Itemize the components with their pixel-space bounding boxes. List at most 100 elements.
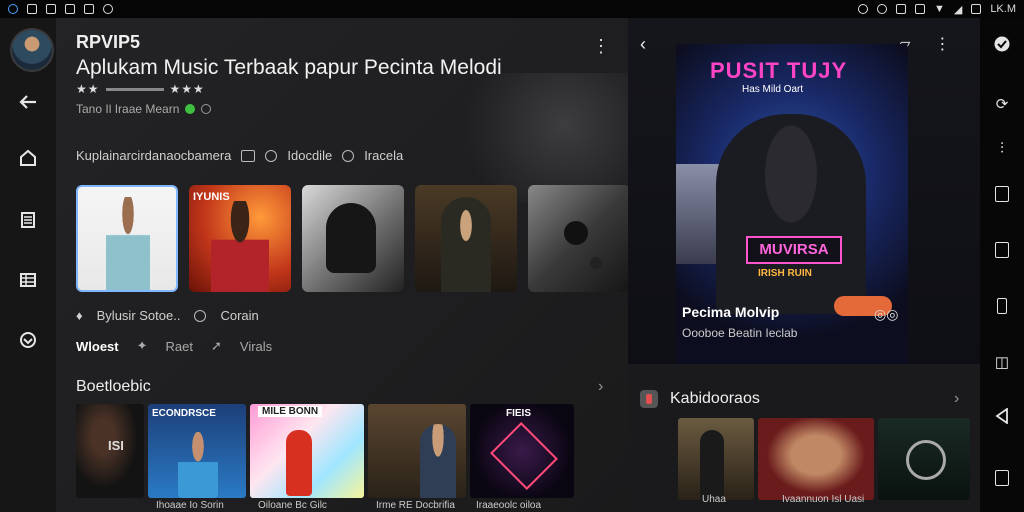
app-title: Aplukam Music Terbaak papur Pecinta Melo… [76,56,502,79]
section3-header: Kabidooraos [640,390,760,408]
status-right: ▼ ◢ LK.M [857,3,1016,16]
nfc-icon [914,4,925,14]
album-2[interactable]: ECONDRSCE [148,404,246,498]
thumbnail-3[interactable] [302,185,404,292]
album-caption: Oiloane Bc Gilc [258,500,327,511]
right-thumb-caption: Ivaannuon Isl Uasi [782,494,865,505]
cover-plate-sub: IRISH RUIN [758,268,812,279]
hero-background [456,73,636,203]
album-5[interactable]: FIEIS [470,404,574,498]
action-3-icon: ➚ [211,338,222,353]
rating-bar [105,87,164,91]
window-icon[interactable] [992,240,1012,260]
filter-chip-2[interactable]: Iracela [364,148,403,163]
thumbnail-1[interactable] [76,185,178,292]
chevron-right-icon[interactable]: › [954,390,959,408]
profile-icon[interactable] [12,324,44,356]
equalizer-icon[interactable]: ⫶ [992,138,1012,158]
status-time: LK.M [990,3,1016,15]
share-row: ♦ Bylusir Sotoe.. Corain [76,308,259,323]
filter-chip-1[interactable]: Idocdile [287,148,332,163]
album-3[interactable]: MILE BONN [250,404,364,498]
back-chevron-icon[interactable]: ‹ [640,34,646,55]
cover-title: PUSIT TUJY [710,58,848,83]
right-thumb-row [678,418,970,500]
action-1[interactable]: Wloest [76,339,119,354]
chevron-right-icon[interactable]: › [598,378,603,396]
track-options-icon[interactable]: ◎◎ [874,306,898,323]
checkmark-circle-icon[interactable] [992,34,1012,54]
thumbnail-4[interactable] [415,185,517,292]
share-label[interactable]: Bylusir Sotoe.. [97,308,181,323]
grid-icon [895,4,906,14]
app-name: RPVIP5 [76,32,141,52]
tab-icon[interactable] [992,184,1012,204]
cast-icon [84,4,94,14]
filter-row: Kuplainarcirdanaocbamera Idocdile Iracel… [76,148,403,163]
cover-plate: MUVIRSA [746,236,842,264]
album-title: MILE BONN [258,406,323,417]
info-icon[interactable] [201,104,212,114]
thumbs-icon: ♦ [76,308,83,323]
status-bar: ▼ ◢ LK.M [0,0,1024,18]
album-row: ISI ECONDRSCE MILE BONN FIEIS [76,404,574,498]
refresh-icon[interactable]: ⟳ [992,94,1012,114]
filter-label: Kuplainarcirdanaocbamera [76,148,232,163]
right-thumb-2[interactable] [758,418,874,500]
action-2[interactable]: Raet [166,339,193,354]
album-4[interactable] [368,404,466,498]
nav-home-icon[interactable] [992,468,1012,488]
home-icon[interactable] [12,142,44,174]
app-icon [8,4,18,14]
nav-back-icon[interactable] [992,406,1012,426]
side-rail [0,18,56,512]
share-chip[interactable]: Corain [220,308,258,323]
alarm-icon [876,4,887,14]
album-caption: Ihoaae Io Sorin [156,500,224,511]
status-left [8,4,113,14]
system-navbar: ⟳ ⫶ ◫ [980,18,1024,512]
more-options-icon[interactable]: ⋮ [592,36,610,57]
action-2-icon: ✦ [136,338,148,353]
thumbnail-row: IYUNIS [76,185,630,292]
action-3[interactable]: Virals [240,339,272,354]
chip1-icon [265,149,278,162]
album-title: ECONDRSCE [152,408,216,419]
app-avatar[interactable] [10,28,54,72]
player: ‹ ▱ ⋮ PUSIT TUJY Has Mild Oart MUVIRSA I… [628,18,980,364]
vibrate-icon [857,4,868,14]
right-thumb-caption: Uhaa [702,494,726,505]
cover-subtitle: Has Mild Oart [742,84,804,95]
cover-figure [716,114,866,314]
library-icon[interactable] [12,204,44,236]
thumbnail-5[interactable] [528,185,630,292]
list-icon[interactable] [12,264,44,296]
album-caption: Irme RE Docbrifia [376,500,455,511]
record-icon [640,390,658,408]
phone-icon[interactable] [992,296,1012,316]
album-caption: Iraaeoolc oiloa [476,500,542,511]
actions-row: Wloest ✦ Raet ➚ Virals [76,338,272,354]
right-thumb-3[interactable] [878,418,970,500]
chip-icon [194,309,207,322]
album-1[interactable]: ISI [76,404,144,498]
main-panel: RPVIP5 Aplukam Music Terbaak papur Pecin… [56,18,636,512]
meta-text: Tano Il Iraae Mearn [76,102,180,116]
album-title: ISI [108,438,124,453]
track-title: Pecima Molvip [682,304,780,320]
thumbnail-label: IYUNIS [193,191,230,203]
rating: ★★ ★★★ [76,82,205,96]
wifi-icon: ▼ [933,3,945,15]
download-icon [103,4,113,14]
album-title: FIEIS [506,408,532,419]
bookmark-icon[interactable]: ◫ [992,352,1012,372]
thumbnail-2[interactable]: IYUNIS [189,185,291,292]
track-artist: Oooboe Beatin Ieclab [682,326,798,340]
app-meta: Tano Il Iraae Mearn [76,102,212,116]
section3-title: Kabidooraos [670,390,760,407]
back-arrow-icon[interactable] [12,86,44,118]
filter-chip-icon[interactable] [241,149,256,162]
verified-icon [185,104,196,114]
right-thumb-1[interactable] [678,418,754,500]
more-options-icon[interactable]: ⋮ [934,34,950,54]
